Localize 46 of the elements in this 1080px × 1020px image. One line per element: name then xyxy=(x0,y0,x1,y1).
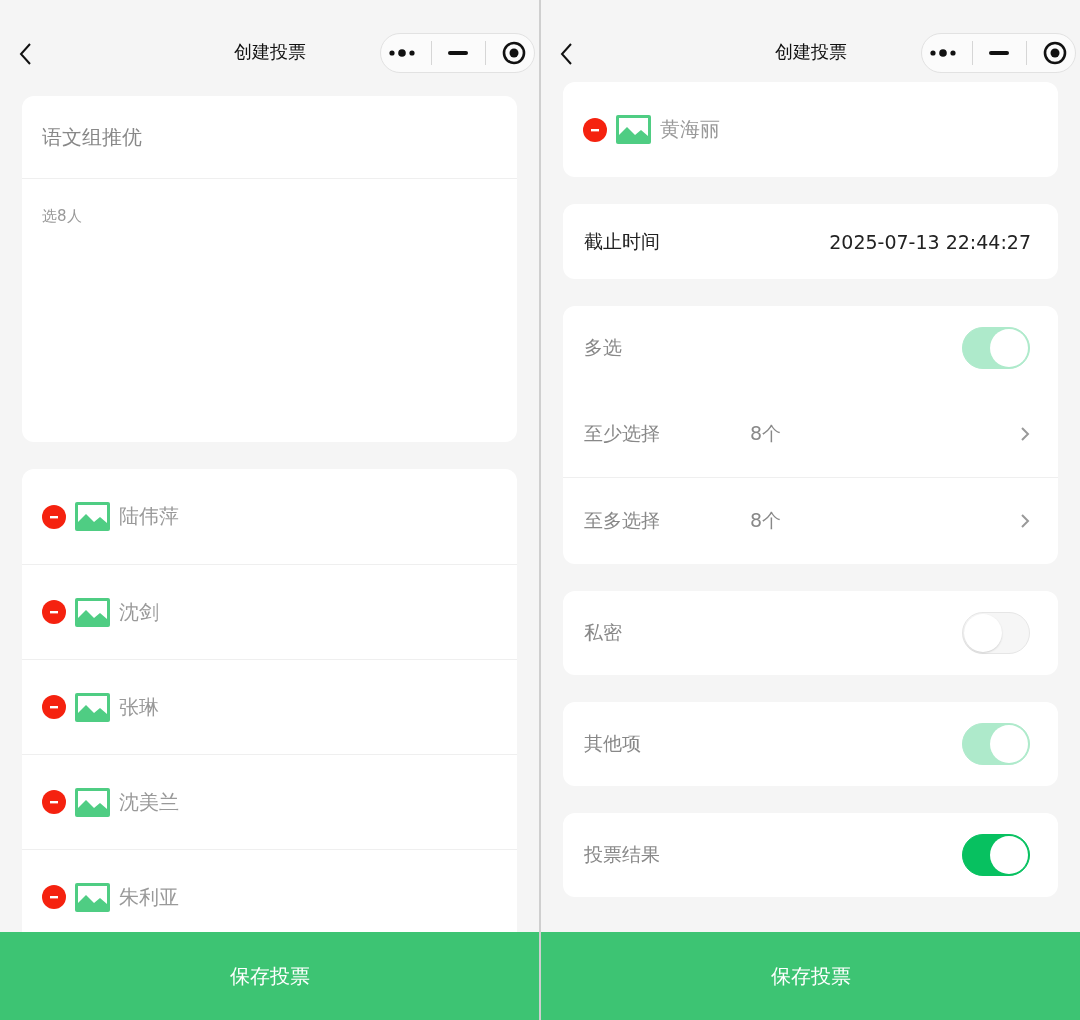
setting-label: 至多选择 xyxy=(584,508,661,533)
page-title: 创建投票 xyxy=(774,40,847,64)
deadline-card[interactable]: 截止时间 2025-07-13 22:44:27 xyxy=(563,204,1058,279)
more-icon[interactable] xyxy=(389,49,416,57)
close-icon[interactable] xyxy=(1042,41,1067,65)
setting-label: 其他项 xyxy=(584,731,642,756)
remove-icon[interactable] xyxy=(42,600,66,624)
setting-label: 投票结果 xyxy=(584,842,661,867)
minimize-icon[interactable] xyxy=(989,51,1010,55)
setting-label: 多选 xyxy=(584,335,623,360)
save-button[interactable]: 保存投票 xyxy=(0,932,539,1020)
more-icon[interactable] xyxy=(930,49,957,57)
image-icon xyxy=(616,115,651,144)
image-icon xyxy=(75,502,110,531)
description-field[interactable]: 选8人 xyxy=(22,179,517,442)
setting-value[interactable]: 8个 xyxy=(750,508,1020,534)
image-icon xyxy=(75,692,110,722)
remove-icon[interactable] xyxy=(42,504,66,529)
candidate-name: 沈剑 xyxy=(119,598,159,626)
save-button[interactable]: 保存投票 xyxy=(541,932,1080,1020)
image-icon xyxy=(75,787,110,817)
candidate-name: 沈美兰 xyxy=(119,788,179,816)
minimize-icon[interactable] xyxy=(448,51,469,55)
remove-icon[interactable] xyxy=(42,885,66,909)
remove-icon[interactable] xyxy=(42,695,66,719)
remove-icon[interactable] xyxy=(583,117,607,142)
candidate-name: 朱利亚 xyxy=(119,883,179,911)
back-icon[interactable] xyxy=(559,42,573,66)
image-icon xyxy=(75,597,110,627)
back-icon[interactable] xyxy=(18,42,32,66)
page-title: 创建投票 xyxy=(233,40,306,64)
setting-label: 私密 xyxy=(584,620,623,645)
candidate-name: 张琳 xyxy=(119,693,159,721)
remove-icon[interactable] xyxy=(42,790,66,814)
image-icon xyxy=(75,882,110,912)
setting-label: 至少选择 xyxy=(584,420,661,446)
candidate-name: 陆伟萍 xyxy=(119,503,179,530)
close-icon[interactable] xyxy=(501,41,526,65)
chevron-right-icon[interactable] xyxy=(1020,513,1030,529)
title-field[interactable]: 语文组推优 xyxy=(22,96,517,179)
deadline-label: 截止时间 xyxy=(584,228,660,254)
deadline-value: 2025-07-13 22:44:27 xyxy=(829,230,1031,253)
setting-value[interactable]: 8个 xyxy=(750,420,1020,447)
candidate-name: 黄海丽 xyxy=(660,116,720,143)
toggle-switch[interactable] xyxy=(962,834,1030,876)
chevron-right-icon[interactable] xyxy=(1020,425,1030,442)
